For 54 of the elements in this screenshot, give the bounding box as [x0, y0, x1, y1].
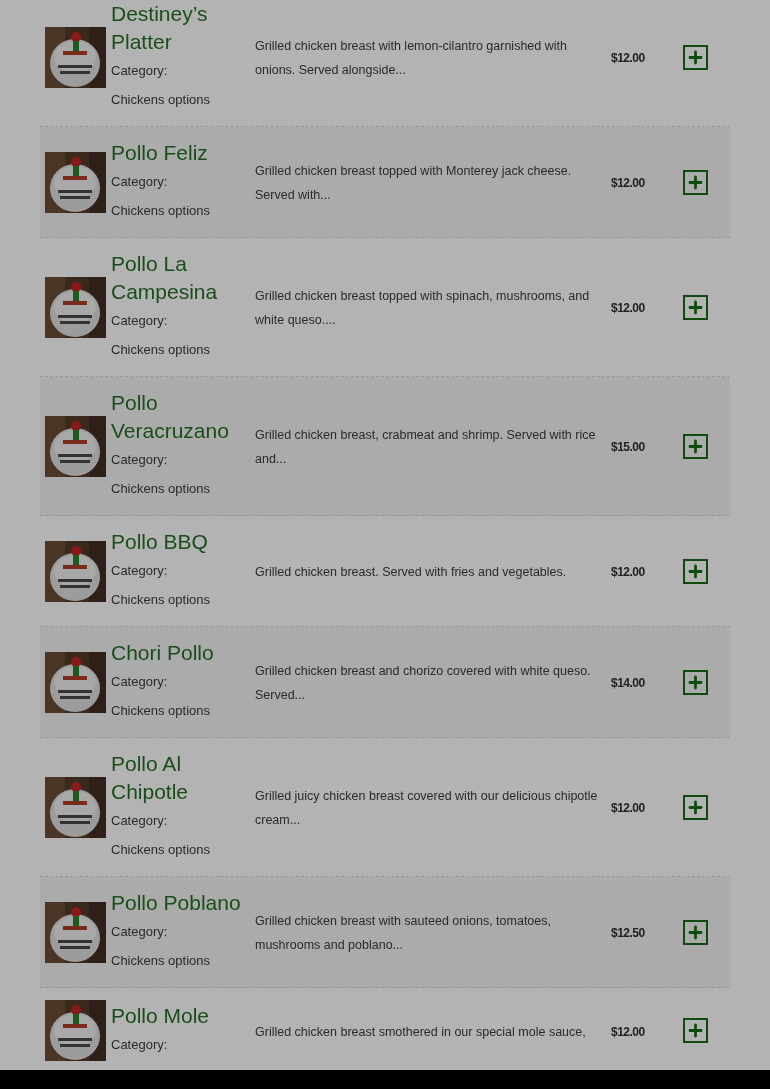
- item-price: $12.00: [611, 176, 645, 190]
- item-name[interactable]: Pollo Veracruzano: [111, 389, 255, 445]
- item-description: Grilled chicken breast topped with Monterey jack cheese. Served with...: [255, 164, 572, 202]
- add-button[interactable]: [683, 44, 708, 70]
- item-name[interactable]: Pollo Feliz: [111, 139, 255, 167]
- item-name[interactable]: Pollo Mole: [111, 1002, 255, 1030]
- category-label: Category:: [111, 451, 169, 469]
- plus-icon: [686, 1021, 705, 1040]
- add-button[interactable]: [683, 433, 708, 459]
- category-value: Chickens options: [111, 702, 211, 720]
- item-name[interactable]: Pollo BBQ: [111, 528, 255, 556]
- category-value: Chickens options: [111, 480, 211, 498]
- category-label: Category:: [111, 173, 169, 191]
- category-label: Category:: [111, 562, 169, 580]
- category-value: Chickens options: [111, 591, 211, 609]
- item-price: $14.00: [611, 676, 645, 690]
- category-value: Chickens options: [111, 341, 211, 359]
- item-description: Grilled chicken breast topped with spinach, mushrooms, and white queso....: [255, 289, 590, 327]
- item-name[interactable]: Pollo La Campesina: [111, 250, 255, 306]
- item-description: Grilled chicken breast with sauteed onions, tomatoes, mushrooms and poblano...: [255, 914, 551, 952]
- item-price: $12.00: [611, 1024, 645, 1039]
- item-price: $12.50: [611, 926, 645, 940]
- item-price: $12.00: [611, 801, 645, 815]
- item-name[interactable]: Pollo Al Chipotle: [111, 750, 255, 806]
- category-value: Chickens options: [111, 841, 211, 859]
- category-label: Category:: [111, 312, 169, 330]
- category-value: Chickens options: [111, 202, 211, 220]
- category-label: Category:: [111, 673, 169, 691]
- add-button[interactable]: [683, 794, 708, 820]
- item-name[interactable]: Destiney’s Platter: [111, 0, 255, 56]
- category-value: Chickens options: [111, 91, 211, 109]
- add-button[interactable]: [683, 558, 708, 584]
- item-price: $15.00: [611, 440, 645, 454]
- item-description: Grilled chicken breast smothered in our special mole sauce,: [255, 1024, 586, 1039]
- item-description: Grilled chicken breast with lemon-cilantro garnished with onions. Served alongside...: [255, 39, 567, 77]
- item-price: $12.00: [611, 301, 645, 315]
- item-price: $12.00: [611, 565, 645, 579]
- add-button[interactable]: [683, 1018, 708, 1043]
- item-description: Grilled chicken breast, crabmeat and shrimp. Served with rice and...: [255, 428, 596, 466]
- category-label: Category:: [111, 812, 169, 830]
- item-description: Grilled chicken breast and chorizo covered with white queso. Served...: [255, 664, 591, 702]
- category-value: Chickens options: [111, 952, 211, 970]
- item-description: Grilled juicy chicken breast covered with our delicious chipotle cream...: [255, 789, 598, 827]
- add-button[interactable]: [683, 669, 708, 695]
- item-name[interactable]: Chori Pollo: [111, 639, 255, 667]
- item-name[interactable]: Pollo Poblano: [111, 889, 255, 917]
- add-button[interactable]: [683, 919, 708, 945]
- add-button[interactable]: [683, 169, 708, 195]
- category-label: Category:: [111, 923, 169, 941]
- item-price: $12.00: [611, 51, 645, 65]
- category-label: Category:: [111, 1036, 169, 1054]
- category-label: Category:: [111, 62, 169, 80]
- item-description: Grilled chicken breast. Served with fries and vegetables.: [255, 565, 567, 579]
- add-button[interactable]: [683, 294, 708, 320]
